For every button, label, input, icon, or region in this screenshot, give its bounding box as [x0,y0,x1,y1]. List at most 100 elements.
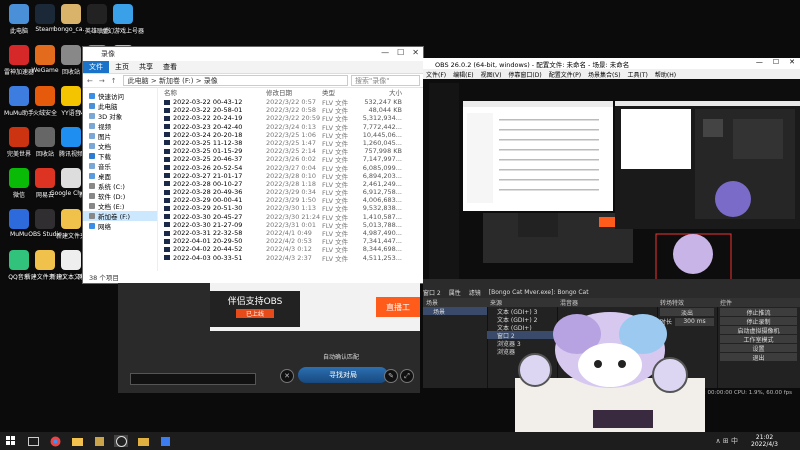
nav-item[interactable]: 下载 [83,151,157,161]
scene-item[interactable]: 场景 [423,307,487,316]
obs-titlebar[interactable]: OBS 26.0.2 (64-bit, windows) - 配置文件: 未命名… [423,58,800,69]
file-row[interactable]: 2022-03-25 01-15-29 2022/3/25 2:14 FLV 文件 7… [158,146,423,156]
file-row[interactable]: 2022-04-01 20-29-50 2022/4/2 0:53 FLV 文件 7,… [158,236,423,246]
nav-item[interactable]: 网络 [83,221,157,231]
file-row[interactable]: 2022-03-27 21-01-17 2022/3/28 0:10 FLV 文件 6… [158,171,423,181]
file-row[interactable]: 2022-04-03 00-33-51 2022/4/3 2:37 FLV 文件 4,… [158,253,423,263]
start-icon[interactable] [4,435,18,447]
folder-icon[interactable] [136,435,150,447]
nav-item[interactable]: 图片 [83,131,157,141]
auto-accept-note[interactable]: 自动确认匹配 [323,352,359,361]
ribbon-tab-home[interactable]: 主页 [115,62,129,72]
file-row[interactable]: 2022-04-02 20-44-52 2022/4/3 0:12 FLV 文件 8,… [158,244,423,254]
filters-button[interactable]: 滤镜 [469,288,481,297]
ribbon-tab-view[interactable]: 查看 [163,62,177,72]
ribbon-tab-file[interactable]: 文件 [83,61,109,73]
search-input[interactable]: 搜索"录像" [351,75,420,86]
back-icon[interactable]: ← [87,77,93,85]
nav-item[interactable]: 文档 [83,141,157,151]
obs-preview[interactable] [423,79,800,305]
nav-item[interactable]: 音乐 [83,161,157,171]
controls-panel: 控件 停止推流 停止录制 启动虚拟摄像机 工作室模式 设置 退出 [717,298,800,388]
fullscreen-icon[interactable]: ⤢ [400,369,414,383]
nav-item[interactable]: 桌面 [83,171,157,181]
file-row[interactable]: 2022-03-28 20-49-36 2022/3/29 0:34 FLV 文件 6… [158,187,423,197]
file-row[interactable]: 2022-03-30 20-45-27 2022/3/30 21:24 FLV 文件… [158,212,423,222]
column-size[interactable]: 大小 [362,87,402,97]
system-tray[interactable]: ∧ ⊞ 中 [716,436,738,446]
file-row[interactable]: 2022-03-26 20-52-54 2022/3/27 0:04 FLV 文件 6… [158,163,423,173]
app-icon [61,209,81,229]
close-icon[interactable]: ✕ [412,48,419,57]
nav-item[interactable]: 软件 (D:) [83,191,157,201]
desktop-icon[interactable]: 虚幻游戏上号器 [102,2,144,42]
close-icon[interactable]: ✕ [789,58,795,66]
nav-item[interactable]: 新加卷 (F:) [83,211,157,221]
file-row[interactable]: 2022-03-22 20-24-19 2022/3/22 20:59 FLV 文件… [158,113,423,123]
file-row[interactable]: 2022-03-23 20-42-40 2022/3/24 0:13 FLV 文件 7… [158,122,423,132]
file-row[interactable]: 2022-03-22 00-43-12 2022/3/22 0:57 FLV 文件 5… [158,97,423,107]
file-row[interactable]: 2022-03-25 11-12-38 2022/3/25 1:47 FLV 文件 1… [158,138,423,148]
file-row[interactable]: 2022-03-22 20-58-01 2022/3/22 0:58 FLV 文件 4… [158,105,423,115]
chat-input[interactable] [130,373,256,385]
app-icon[interactable] [158,435,172,447]
obs-menu-item[interactable]: 停靠窗口(D) [508,70,541,79]
nav-item[interactable]: 3D 对象 [83,111,157,121]
file-row[interactable]: 2022-03-25 20-46-37 2022/3/26 0:02 FLV 文件 7… [158,154,423,164]
nav-item[interactable]: 文档 (E:) [83,201,157,211]
column-name[interactable]: 名称 [158,87,266,97]
file-row[interactable]: 2022-03-30 21-27-09 2022/3/31 0:01 FLV 文件 5… [158,220,423,230]
task-view-icon[interactable] [26,435,40,447]
properties-button[interactable]: 属性 [449,288,461,297]
control-button[interactable]: 设置 [720,344,797,353]
address-bar[interactable]: 此电脑 > 新加卷 (F:) > 录像 [122,75,348,86]
maximize-icon[interactable]: ☐ [773,58,779,66]
column-type[interactable]: 类型 [322,87,362,97]
nav-item-label: 文档 [98,143,111,151]
file-size: 4,006,683... [362,196,402,205]
nav-item[interactable]: 系统 (C:) [83,181,157,191]
obs-menu-item[interactable]: 场景集合(S) [588,70,621,79]
obs-menu-item[interactable]: 配置文件(P) [549,70,581,79]
nav-item[interactable]: 视频 [83,121,157,131]
promo-button[interactable]: 直播工 [376,297,420,317]
obs-menu-item[interactable]: 文件(F) [426,70,446,79]
obs-icon[interactable] [114,435,128,447]
control-button[interactable]: 启动虚拟摄像机 [720,326,797,335]
chrome-icon[interactable] [48,435,62,447]
maximize-icon[interactable]: ☐ [397,48,404,57]
obs-menu-item[interactable]: 工具(T) [628,70,648,79]
file-name: 2022-03-28 20-49-36 [158,188,266,196]
obs-menu-item[interactable]: 帮助(H) [655,70,676,79]
explorer-titlebar[interactable]: 录像 — ☐ ✕ [83,47,423,61]
file-explorer-icon[interactable] [70,435,84,447]
minimize-icon[interactable]: — [381,48,389,57]
nav-item[interactable]: 快速访问 [83,91,157,101]
obs-menu-item[interactable]: 编辑(E) [453,70,473,79]
file-explorer-window[interactable]: 录像 — ☐ ✕ 文件 主页 共享 查看 ← → ↑ 此电脑 > 新加卷 (F:) … [82,46,424,284]
control-button[interactable]: 退出 [720,353,797,362]
control-button[interactable]: 停止推流 [720,308,797,317]
obs-menu-item[interactable]: 视图(V) [481,70,502,79]
game-icon[interactable] [92,435,106,447]
control-button[interactable]: 停止录制 [720,317,797,326]
close-circle-icon[interactable]: ✕ [280,369,294,383]
file-row[interactable]: 2022-03-24 20-20-18 2022/3/25 1:06 FLV 文件 1… [158,130,423,140]
column-date[interactable]: 修改日期 [266,87,322,97]
clock[interactable]: 21:02 2022/4/3 [751,434,778,448]
find-match-button[interactable]: 寻找对局 [298,367,388,383]
promo-banner[interactable]: 伴侣支持OBS 已上线 直播工 [210,283,420,331]
file-row[interactable]: 2022-03-29 00-00-41 2022/3/29 1:50 FLV 文件 4… [158,195,423,205]
window-select[interactable]: [Bongo Cat Mver.exe]: Bongo Cat [489,289,589,296]
file-row[interactable]: 2022-03-28 00-10-27 2022/3/28 1:18 FLV 文件 2… [158,179,423,189]
nav-item[interactable]: 此电脑 [83,101,157,111]
forward-icon[interactable]: → [99,77,105,85]
up-icon[interactable]: ↑ [111,77,117,85]
edit-icon[interactable]: ✎ [384,369,398,383]
minimize-icon[interactable]: — [756,58,763,66]
control-button[interactable]: 工作室模式 [720,335,797,344]
file-row[interactable]: 2022-03-29 20-51-30 2022/3/30 1:13 FLV 文件 9… [158,203,423,213]
ribbon-tab-share[interactable]: 共享 [139,62,153,72]
file-name: 2022-03-28 00-10-27 [158,180,266,188]
file-row[interactable]: 2022-03-31 22-32-58 2022/4/1 0:49 FLV 文件 4,… [158,228,423,238]
